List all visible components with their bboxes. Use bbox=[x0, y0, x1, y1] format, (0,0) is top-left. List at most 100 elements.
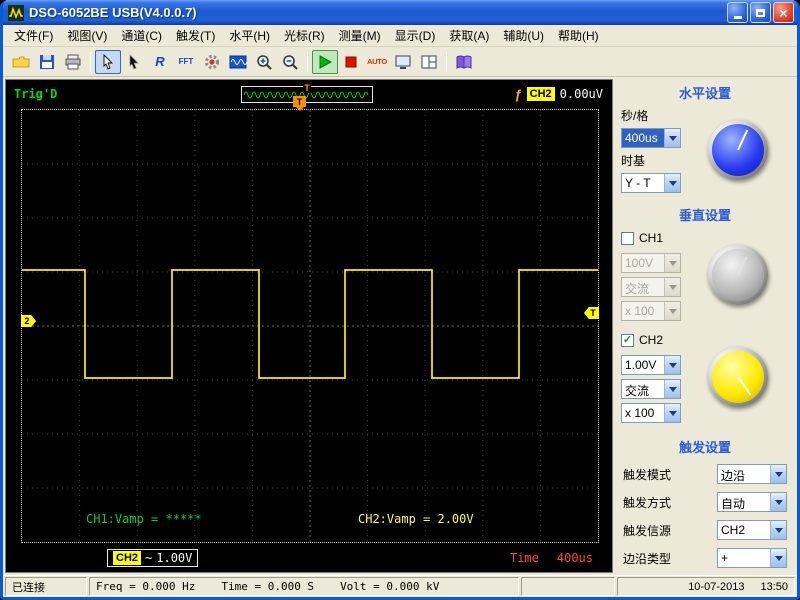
date-text: 10-07-2013 bbox=[688, 580, 745, 593]
trigger-mode-label: 触发模式 bbox=[623, 467, 672, 482]
ch2-checkbox[interactable]: ✓ bbox=[621, 333, 634, 347]
chevron-down-icon[interactable] bbox=[770, 549, 786, 567]
zoom-out-icon bbox=[283, 54, 298, 70]
waveform-icon bbox=[229, 55, 247, 68]
help-book-icon bbox=[456, 55, 472, 69]
trigger-source-row: 触发信源 CH2 bbox=[623, 520, 787, 540]
connection-status: 已连接 bbox=[5, 577, 87, 596]
run-button[interactable] bbox=[312, 49, 338, 74]
menu-display[interactable]: 显示(D) bbox=[388, 25, 443, 46]
scope-footer: CH2 ~ 1.00V Time 400us bbox=[21, 548, 599, 568]
chevron-down-icon[interactable] bbox=[664, 404, 680, 422]
split-view-button[interactable] bbox=[416, 50, 442, 74]
ch2-volts-select[interactable]: 1.00V bbox=[621, 355, 681, 375]
select-cursor-button[interactable] bbox=[95, 49, 121, 74]
control-panel: 水平设置 秒/格 400us 时基 Y - T 垂直设置 CH1 100V 交流… bbox=[615, 77, 797, 575]
timebase-select[interactable]: Y - T bbox=[621, 173, 681, 193]
close-button[interactable]: × bbox=[773, 2, 794, 23]
menu-utility[interactable]: 辅助(U) bbox=[496, 25, 551, 46]
chevron-down-icon[interactable] bbox=[770, 521, 786, 539]
help-button[interactable] bbox=[451, 50, 477, 74]
refresh-r-button[interactable]: R bbox=[147, 50, 173, 74]
chevron-down-icon[interactable] bbox=[664, 174, 680, 192]
menu-measure[interactable]: 测量(M) bbox=[332, 25, 388, 46]
r-tool-icon: R bbox=[155, 54, 165, 69]
horizontal-settings-title: 水平设置 bbox=[678, 86, 731, 101]
chevron-down-icon[interactable] bbox=[770, 465, 786, 483]
ch1-coupling-select[interactable]: 交流 bbox=[621, 277, 681, 297]
zoom-out-button[interactable] bbox=[277, 50, 303, 74]
ch2-settings: ✓ CH2 1.00V 交流 x 100 bbox=[621, 331, 789, 423]
menu-view[interactable]: 视图(V) bbox=[60, 25, 114, 46]
ch2-position-knob[interactable] bbox=[708, 347, 768, 407]
zoom-in-button[interactable] bbox=[251, 50, 277, 74]
timebase-label: 时基 bbox=[621, 154, 646, 168]
zoom-in-icon bbox=[257, 54, 272, 70]
trigger-source-select[interactable]: CH2 bbox=[717, 520, 787, 540]
chevron-down-icon[interactable] bbox=[664, 356, 680, 374]
toolbar-separator bbox=[446, 51, 447, 72]
trigger-sweep-label: 触发方式 bbox=[623, 495, 672, 510]
trigger-level-value: 0.00uV bbox=[559, 87, 603, 101]
maximize-icon bbox=[756, 8, 765, 17]
minimize-icon bbox=[733, 15, 742, 19]
waveform-window-button[interactable] bbox=[225, 50, 251, 74]
ch2-probe-select[interactable]: x 100 bbox=[621, 403, 681, 423]
stop-button[interactable] bbox=[338, 50, 364, 74]
maximize-button[interactable] bbox=[750, 2, 771, 23]
cursor-arrow2-icon bbox=[129, 53, 139, 69]
trigger-status-text: Trig'D bbox=[14, 87, 58, 101]
menu-trigger[interactable]: 触发(T) bbox=[169, 25, 222, 46]
horizontal-position-knob[interactable] bbox=[708, 120, 768, 180]
chevron-down-icon[interactable] bbox=[664, 380, 680, 398]
ch1-position-knob[interactable] bbox=[708, 245, 768, 305]
ch1-measurement-text: CH1:Vamp = ***** bbox=[86, 512, 202, 526]
ch2-scale-readout: CH2 ~ 1.00V bbox=[107, 549, 199, 567]
menu-horizontal[interactable]: 水平(H) bbox=[222, 25, 277, 46]
secdiv-select[interactable]: 400us bbox=[621, 128, 681, 148]
fft-button[interactable]: FFT bbox=[173, 50, 199, 74]
menu-cursor[interactable]: 光标(R) bbox=[277, 25, 332, 46]
autoset-icon: AUTO bbox=[367, 57, 387, 66]
time-label: Time bbox=[509, 551, 539, 565]
toolbar-separator bbox=[90, 51, 91, 72]
ch2-coupling-symbol: ~ bbox=[145, 551, 153, 565]
ch1-volts-select[interactable]: 100V bbox=[621, 253, 681, 273]
trigger-position-marker[interactable]: T bbox=[293, 96, 306, 111]
chevron-down-icon bbox=[664, 254, 680, 272]
freq-readout: Freq = 0.000 Hz bbox=[96, 580, 196, 593]
vertical-settings-title: 垂直设置 bbox=[678, 208, 731, 223]
save-button[interactable] bbox=[34, 50, 60, 74]
open-button[interactable] bbox=[8, 50, 34, 74]
chevron-down-icon[interactable] bbox=[770, 493, 786, 511]
edge-type-select[interactable]: + bbox=[717, 548, 787, 568]
chevron-down-icon[interactable] bbox=[664, 129, 680, 147]
trigger-mode-select[interactable]: 边沿 bbox=[717, 464, 787, 484]
menu-acquire[interactable]: 获取(A) bbox=[442, 25, 496, 46]
open-folder-icon bbox=[12, 56, 30, 67]
autoset-button[interactable]: AUTO bbox=[364, 50, 390, 74]
toolbar-separator bbox=[307, 51, 308, 72]
display-mode-button[interactable] bbox=[390, 50, 416, 74]
secdiv-label: 秒/格 bbox=[621, 109, 649, 123]
measure-cursor-button[interactable] bbox=[121, 50, 147, 74]
ch1-checkbox[interactable] bbox=[621, 231, 634, 245]
trigger-sweep-select[interactable]: 自动 bbox=[717, 492, 787, 512]
menu-file[interactable]: 文件(F) bbox=[7, 25, 60, 46]
settings-button[interactable] bbox=[199, 50, 225, 74]
minimize-button[interactable] bbox=[727, 2, 748, 23]
ch2-measurement-text: CH2:Vamp = 2.00V bbox=[358, 512, 474, 526]
waveform-preview[interactable]: T bbox=[241, 84, 373, 103]
edge-type-label: 边沿类型 bbox=[623, 551, 672, 566]
menu-channel[interactable]: 通道(C) bbox=[114, 25, 169, 46]
preview-trigger-marker[interactable]: T bbox=[303, 84, 311, 93]
cursor-arrow-icon bbox=[103, 53, 114, 70]
ch2-coupling-select[interactable]: 交流 bbox=[621, 379, 681, 399]
timebase-readout: Time 400us bbox=[510, 551, 593, 565]
ch1-probe-select[interactable]: x 100 bbox=[621, 301, 681, 321]
printer-icon bbox=[65, 54, 81, 69]
monitor-icon bbox=[395, 55, 411, 69]
print-button[interactable] bbox=[60, 50, 86, 74]
menu-help[interactable]: 帮助(H) bbox=[551, 25, 606, 46]
status-bar: 已连接 Freq = 0.000 Hz Time = 0.000 S Volt … bbox=[3, 575, 797, 597]
